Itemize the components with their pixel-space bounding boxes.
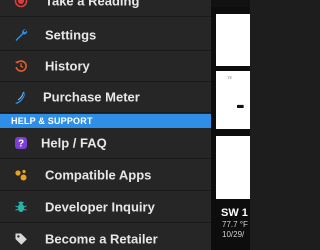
top-bar bbox=[211, 0, 250, 7]
menu-item-developer-inquiry[interactable]: Developer Inquiry bbox=[0, 192, 211, 223]
menu-item-label: Settings bbox=[45, 27, 97, 43]
info-card bbox=[216, 136, 250, 199]
menu-item-label: Purchase Meter bbox=[43, 89, 140, 105]
menu-item-take-a-reading[interactable]: Take a Reading bbox=[0, 0, 211, 17]
tag-icon bbox=[12, 230, 30, 248]
apps-icon bbox=[12, 166, 30, 184]
menu-item-settings[interactable]: Settings bbox=[0, 20, 211, 51]
menu-item-label: History bbox=[45, 58, 90, 74]
menu-item-compatible-apps[interactable]: Compatible Apps bbox=[0, 160, 211, 191]
history-icon bbox=[12, 57, 30, 75]
menu-item-purchase-meter[interactable]: Purchase Meter bbox=[0, 82, 211, 113]
menu-item-label: Compatible Apps bbox=[45, 167, 152, 183]
bug-icon bbox=[12, 198, 30, 216]
card-caption: TE bbox=[227, 75, 233, 80]
menu-item-become-a-retailer[interactable]: Become a Retailer bbox=[0, 224, 211, 250]
navigation-drawer: Take a Reading Settings History Purchase… bbox=[0, 0, 211, 250]
background-main-panel: TE - SW 1 77.7 °F 10/29/ bbox=[211, 0, 250, 250]
section-header-help-support: HELP & SUPPORT bbox=[0, 114, 211, 128]
menu-item-label: Help / FAQ bbox=[41, 135, 107, 151]
wrench-icon bbox=[12, 26, 30, 44]
reading-card: TE - bbox=[216, 71, 250, 129]
meter-logo-icon bbox=[12, 88, 30, 106]
temperature-readout: 77.7 °F bbox=[222, 220, 248, 229]
info-card bbox=[216, 14, 250, 66]
svg-text:?: ? bbox=[18, 139, 24, 150]
help-icon: ? bbox=[12, 134, 30, 152]
card-value: - bbox=[236, 89, 245, 119]
date-readout: 10/29/ bbox=[222, 230, 245, 239]
wind-condition: SW 1 bbox=[221, 207, 248, 219]
menu-item-label: Take a Reading bbox=[45, 0, 140, 9]
menu-item-help-faq[interactable]: ? Help / FAQ bbox=[0, 128, 211, 159]
menu-item-label: Developer Inquiry bbox=[45, 199, 155, 215]
record-icon bbox=[12, 0, 30, 10]
section-header-label: HELP & SUPPORT bbox=[11, 116, 93, 126]
menu-item-label: Become a Retailer bbox=[45, 231, 158, 247]
menu-item-history[interactable]: History bbox=[0, 51, 211, 82]
